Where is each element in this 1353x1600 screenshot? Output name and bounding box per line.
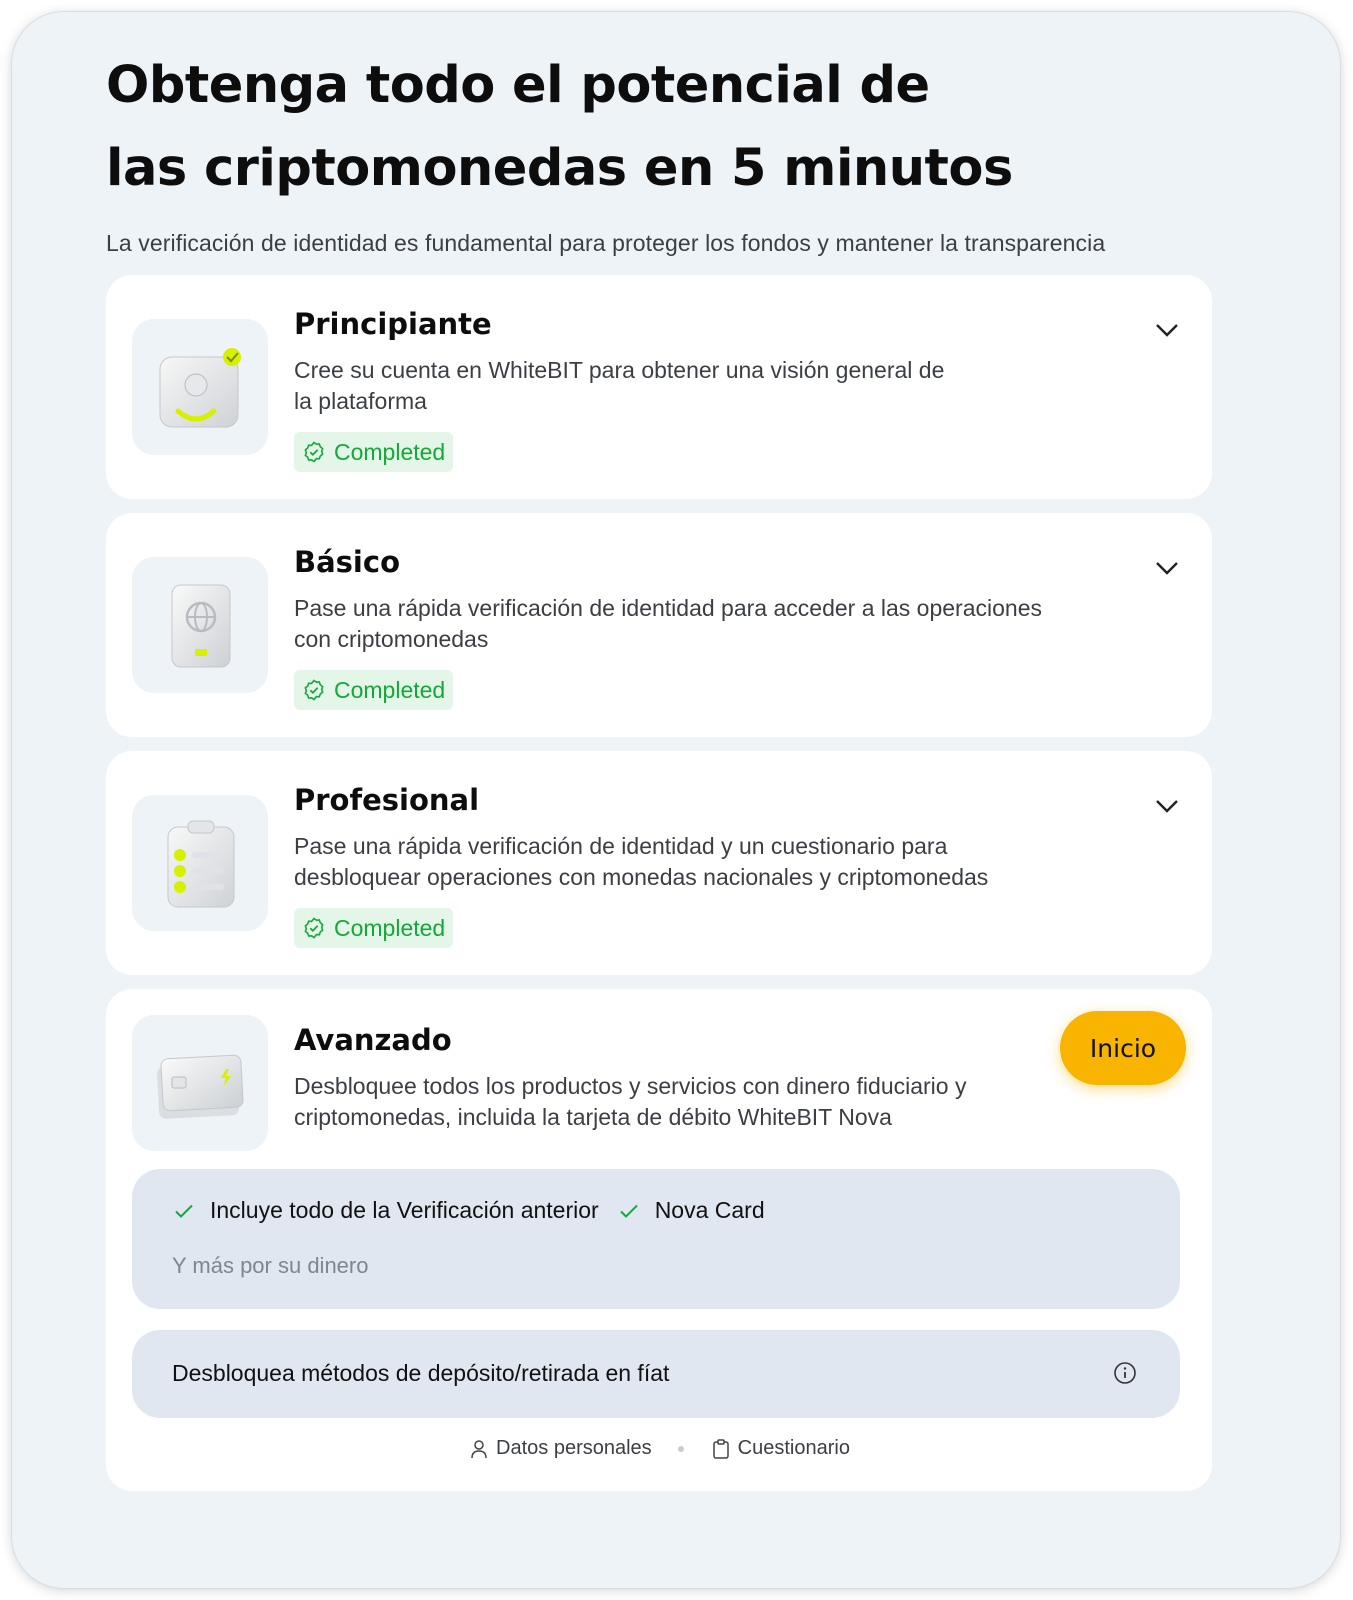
feature-label: Incluye todo de la Verificación anterior: [210, 1197, 599, 1223]
level-title: Básico: [294, 545, 400, 579]
status-badge: Completed: [294, 908, 454, 948]
features-panel: Incluye todo de la Verificación anterior…: [132, 1169, 1180, 1309]
chevron-down-icon[interactable]: [1152, 315, 1182, 345]
separator-dot: [677, 1445, 684, 1452]
requirement-label: Datos personales: [496, 1437, 652, 1459]
status-badge: Completed: [294, 432, 454, 472]
feature-item: Incluye todo de la Verificación anterior: [172, 1197, 599, 1224]
level-title: Avanzado: [294, 1023, 452, 1057]
requirement-personal-data: Datos personales: [468, 1437, 652, 1460]
status-badge: Completed: [294, 670, 454, 710]
check-icon: [175, 1204, 193, 1218]
requirement-questionnaire: Cuestionario: [710, 1437, 850, 1460]
check-icon: [619, 1204, 638, 1218]
level-title: Principiante: [294, 307, 492, 341]
level-description: Desbloquee todos los productos y servici…: [294, 1073, 967, 1130]
unlock-panel[interactable]: Desbloquea métodos de depósito/retirada …: [132, 1330, 1180, 1418]
features-list: Incluye todo de la Verificación anterior…: [172, 1197, 765, 1224]
page-title: Obtenga todo el potencial de las criptom…: [106, 56, 1013, 198]
level-title: Profesional: [294, 783, 480, 817]
level-card-basico[interactable]: Básico Pase una rápida verificación de i…: [106, 513, 1212, 737]
check-badge-icon: [304, 441, 324, 463]
status-label: Completed: [334, 438, 446, 465]
status-label: Completed: [334, 676, 446, 703]
unlock-text: Desbloquea métodos de depósito/retirada …: [172, 1360, 670, 1386]
check-badge-icon: [304, 917, 324, 939]
passport-icon: [132, 557, 268, 693]
requirement-label: Cuestionario: [737, 1437, 850, 1459]
user-icon: [471, 1439, 487, 1458]
user-card-icon: [132, 319, 268, 455]
chevron-down-icon[interactable]: [1152, 791, 1182, 821]
level-description: Cree su cuenta en WhiteBIT para obtener …: [294, 357, 945, 414]
page-subtitle: La verificación de identidad es fundamen…: [106, 230, 1106, 256]
feature-item: Nova Card: [617, 1197, 765, 1224]
chevron-down-icon[interactable]: [1152, 553, 1182, 583]
debit-card-icon: [132, 1015, 268, 1151]
info-icon[interactable]: [1112, 1360, 1138, 1386]
check-badge-icon: [304, 679, 324, 701]
level-description: Pase una rápida verificación de identida…: [294, 833, 989, 890]
status-label: Completed: [334, 914, 446, 941]
level-card-principiante[interactable]: Principiante Cree su cuenta en WhiteBIT …: [106, 275, 1212, 499]
verification-screen: Obtenga todo el potencial de las criptom…: [12, 12, 1340, 1588]
level-card-profesional[interactable]: Profesional Pase una rápida verificación…: [106, 751, 1212, 975]
clipboard-icon: [712, 1438, 729, 1459]
requirements-row: Datos personales Cuestionario: [106, 1437, 1212, 1460]
more-text: Y más por su dinero: [172, 1253, 369, 1278]
start-button[interactable]: Inicio: [1060, 1011, 1186, 1085]
level-card-avanzado: Avanzado Desbloquee todos los productos …: [106, 989, 1212, 1491]
level-description: Pase una rápida verificación de identida…: [294, 595, 1042, 652]
feature-label: Nova Card: [654, 1197, 765, 1223]
checklist-icon: [132, 795, 268, 931]
